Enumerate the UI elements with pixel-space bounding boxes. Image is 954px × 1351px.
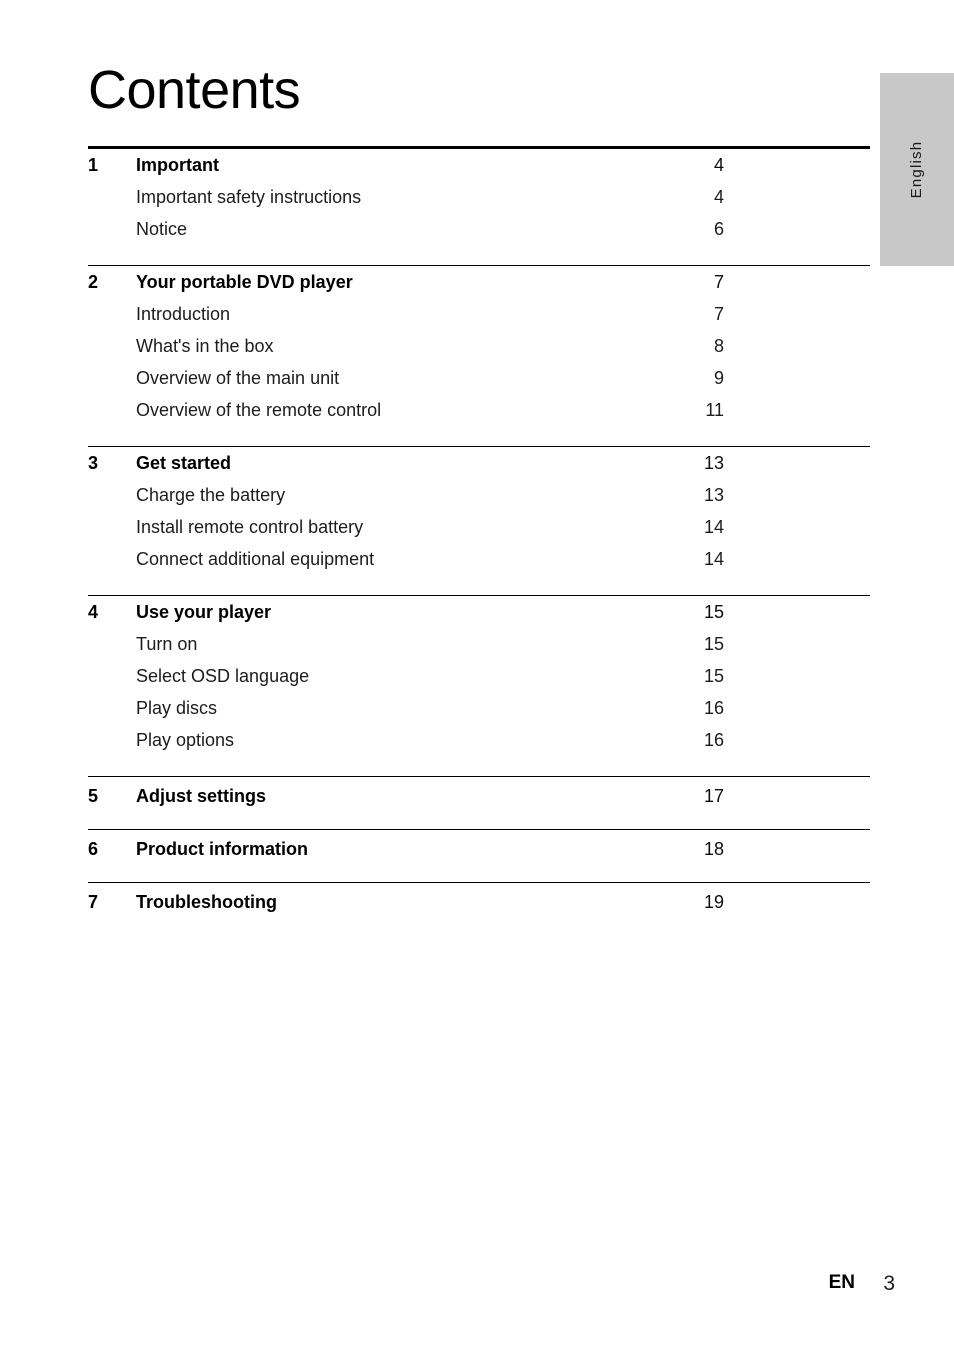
toc-section-page: 4 <box>713 155 724 175</box>
toc-section-title: Use your player <box>136 602 272 622</box>
toc-entry-label: Notice <box>136 219 188 239</box>
toc-entry-page: 6 <box>713 219 724 239</box>
toc-entry[interactable]: Play discs 16 <box>88 698 870 730</box>
toc-section-number: 7 <box>88 892 99 912</box>
page-title: Contents <box>88 60 301 120</box>
table-of-contents: 1 Important 4 Important safety instructions… <box>88 149 870 935</box>
toc-section-number: 2 <box>88 272 99 292</box>
toc-entry-label: Overview of the main unit <box>136 368 340 388</box>
toc-section-number: 3 <box>88 453 99 473</box>
toc-section-title: Troubleshooting <box>136 892 277 912</box>
toc-entry-label: Introduction <box>136 304 231 324</box>
toc-section: 2 Your portable DVD player 7 Introduction 7 W… <box>88 266 870 446</box>
toc-section-number: 1 <box>88 155 99 175</box>
toc-entry-label: What's in the box <box>136 336 274 356</box>
toc-entry-page: 15 <box>703 634 724 654</box>
toc-entry-label: Overview of the remote control <box>136 400 382 420</box>
toc-section-page: 7 <box>713 272 724 292</box>
toc-entry-page: 8 <box>713 336 724 356</box>
toc-section: 3 Get started 13 Charge the battery 13 Instal… <box>88 447 870 595</box>
toc-entry-page: 16 <box>703 698 724 718</box>
toc-entry[interactable]: Introduction 7 <box>88 304 870 336</box>
toc-section-page: 13 <box>703 453 724 473</box>
toc-section-heading[interactable]: 3 Get started 13 <box>88 453 870 485</box>
toc-section-page: 19 <box>703 892 724 912</box>
toc-entry-label: Select OSD language <box>136 666 310 686</box>
toc-section-number: 6 <box>88 839 99 859</box>
toc-entry-page: 11 <box>705 400 724 420</box>
toc-entry-page: 14 <box>703 549 724 569</box>
footer-language-code: EN <box>828 1272 855 1293</box>
toc-section-heading[interactable]: 4 Use your player 15 <box>88 602 870 634</box>
toc-entry[interactable]: Connect additional equipment 14 <box>88 549 870 581</box>
toc-section-page: 17 <box>703 786 724 806</box>
toc-section-heading[interactable]: 6 Product information 18 <box>88 839 870 871</box>
toc-section: 6 Product information 18 <box>88 830 870 882</box>
toc-entry-page: 4 <box>713 187 724 207</box>
toc-entry-page: 9 <box>713 368 724 388</box>
toc-entry-page: 7 <box>713 304 724 324</box>
toc-section-page: 18 <box>703 839 724 859</box>
toc-section-title: Important <box>136 155 219 175</box>
toc-section-heading[interactable]: 7 Troubleshooting 19 <box>88 892 870 924</box>
language-tab-label: English <box>908 140 925 199</box>
toc-entry-label: Turn on <box>136 634 198 654</box>
toc-entry[interactable]: Select OSD language 15 <box>88 666 870 698</box>
toc-section-page: 15 <box>703 602 724 622</box>
page-content: Contents 1 Important 4 Important safety ins… <box>88 0 870 935</box>
toc-section-heading[interactable]: 1 Important 4 <box>88 155 870 187</box>
toc-entry-page: 14 <box>703 517 724 537</box>
toc-entry-page: 13 <box>703 485 724 505</box>
toc-entry[interactable]: Install remote control battery 14 <box>88 517 870 549</box>
toc-entry-label: Play discs <box>136 698 218 718</box>
toc-section: 1 Important 4 Important safety instructions… <box>88 149 870 265</box>
toc-entry[interactable]: Overview of the main unit 9 <box>88 368 870 400</box>
toc-section-heading[interactable]: 2 Your portable DVD player 7 <box>88 272 870 304</box>
toc-entry[interactable]: Charge the battery 13 <box>88 485 870 517</box>
toc-section-number: 4 <box>88 602 99 622</box>
toc-section: 4 Use your player 15 Turn on 15 Select OSD la… <box>88 596 870 776</box>
toc-section: 5 Adjust settings 17 <box>88 777 870 829</box>
toc-section-heading[interactable]: 5 Adjust settings 17 <box>88 786 870 818</box>
toc-section-number: 5 <box>88 786 99 806</box>
toc-entry-label: Play options <box>136 730 235 750</box>
page-footer: EN 3 <box>0 1272 954 1302</box>
toc-entry-label: Important safety instructions <box>136 187 362 207</box>
toc-entry[interactable]: Play options 16 <box>88 730 870 762</box>
toc-entry[interactable]: Notice 6 <box>88 219 870 251</box>
toc-section: 7 Troubleshooting 19 <box>88 883 870 935</box>
toc-section-title: Your portable DVD player <box>136 272 353 292</box>
toc-entry-label: Charge the battery <box>136 485 286 505</box>
toc-entry[interactable]: Overview of the remote control 11 <box>88 400 870 432</box>
toc-entry-label: Connect additional equipment <box>136 549 375 569</box>
toc-section-title: Product information <box>136 839 308 859</box>
toc-entry[interactable]: What's in the box 8 <box>88 336 870 368</box>
language-tab: English <box>880 73 954 266</box>
toc-section-title: Adjust settings <box>136 786 267 806</box>
toc-entry-page: 16 <box>703 730 724 750</box>
toc-entry-page: 15 <box>703 666 724 686</box>
footer-page-number: 3 <box>883 1272 895 1295</box>
toc-section-title: Get started <box>136 453 232 473</box>
toc-entry[interactable]: Turn on 15 <box>88 634 870 666</box>
toc-entry[interactable]: Important safety instructions 4 <box>88 187 870 219</box>
toc-entry-label: Install remote control battery <box>136 517 364 537</box>
